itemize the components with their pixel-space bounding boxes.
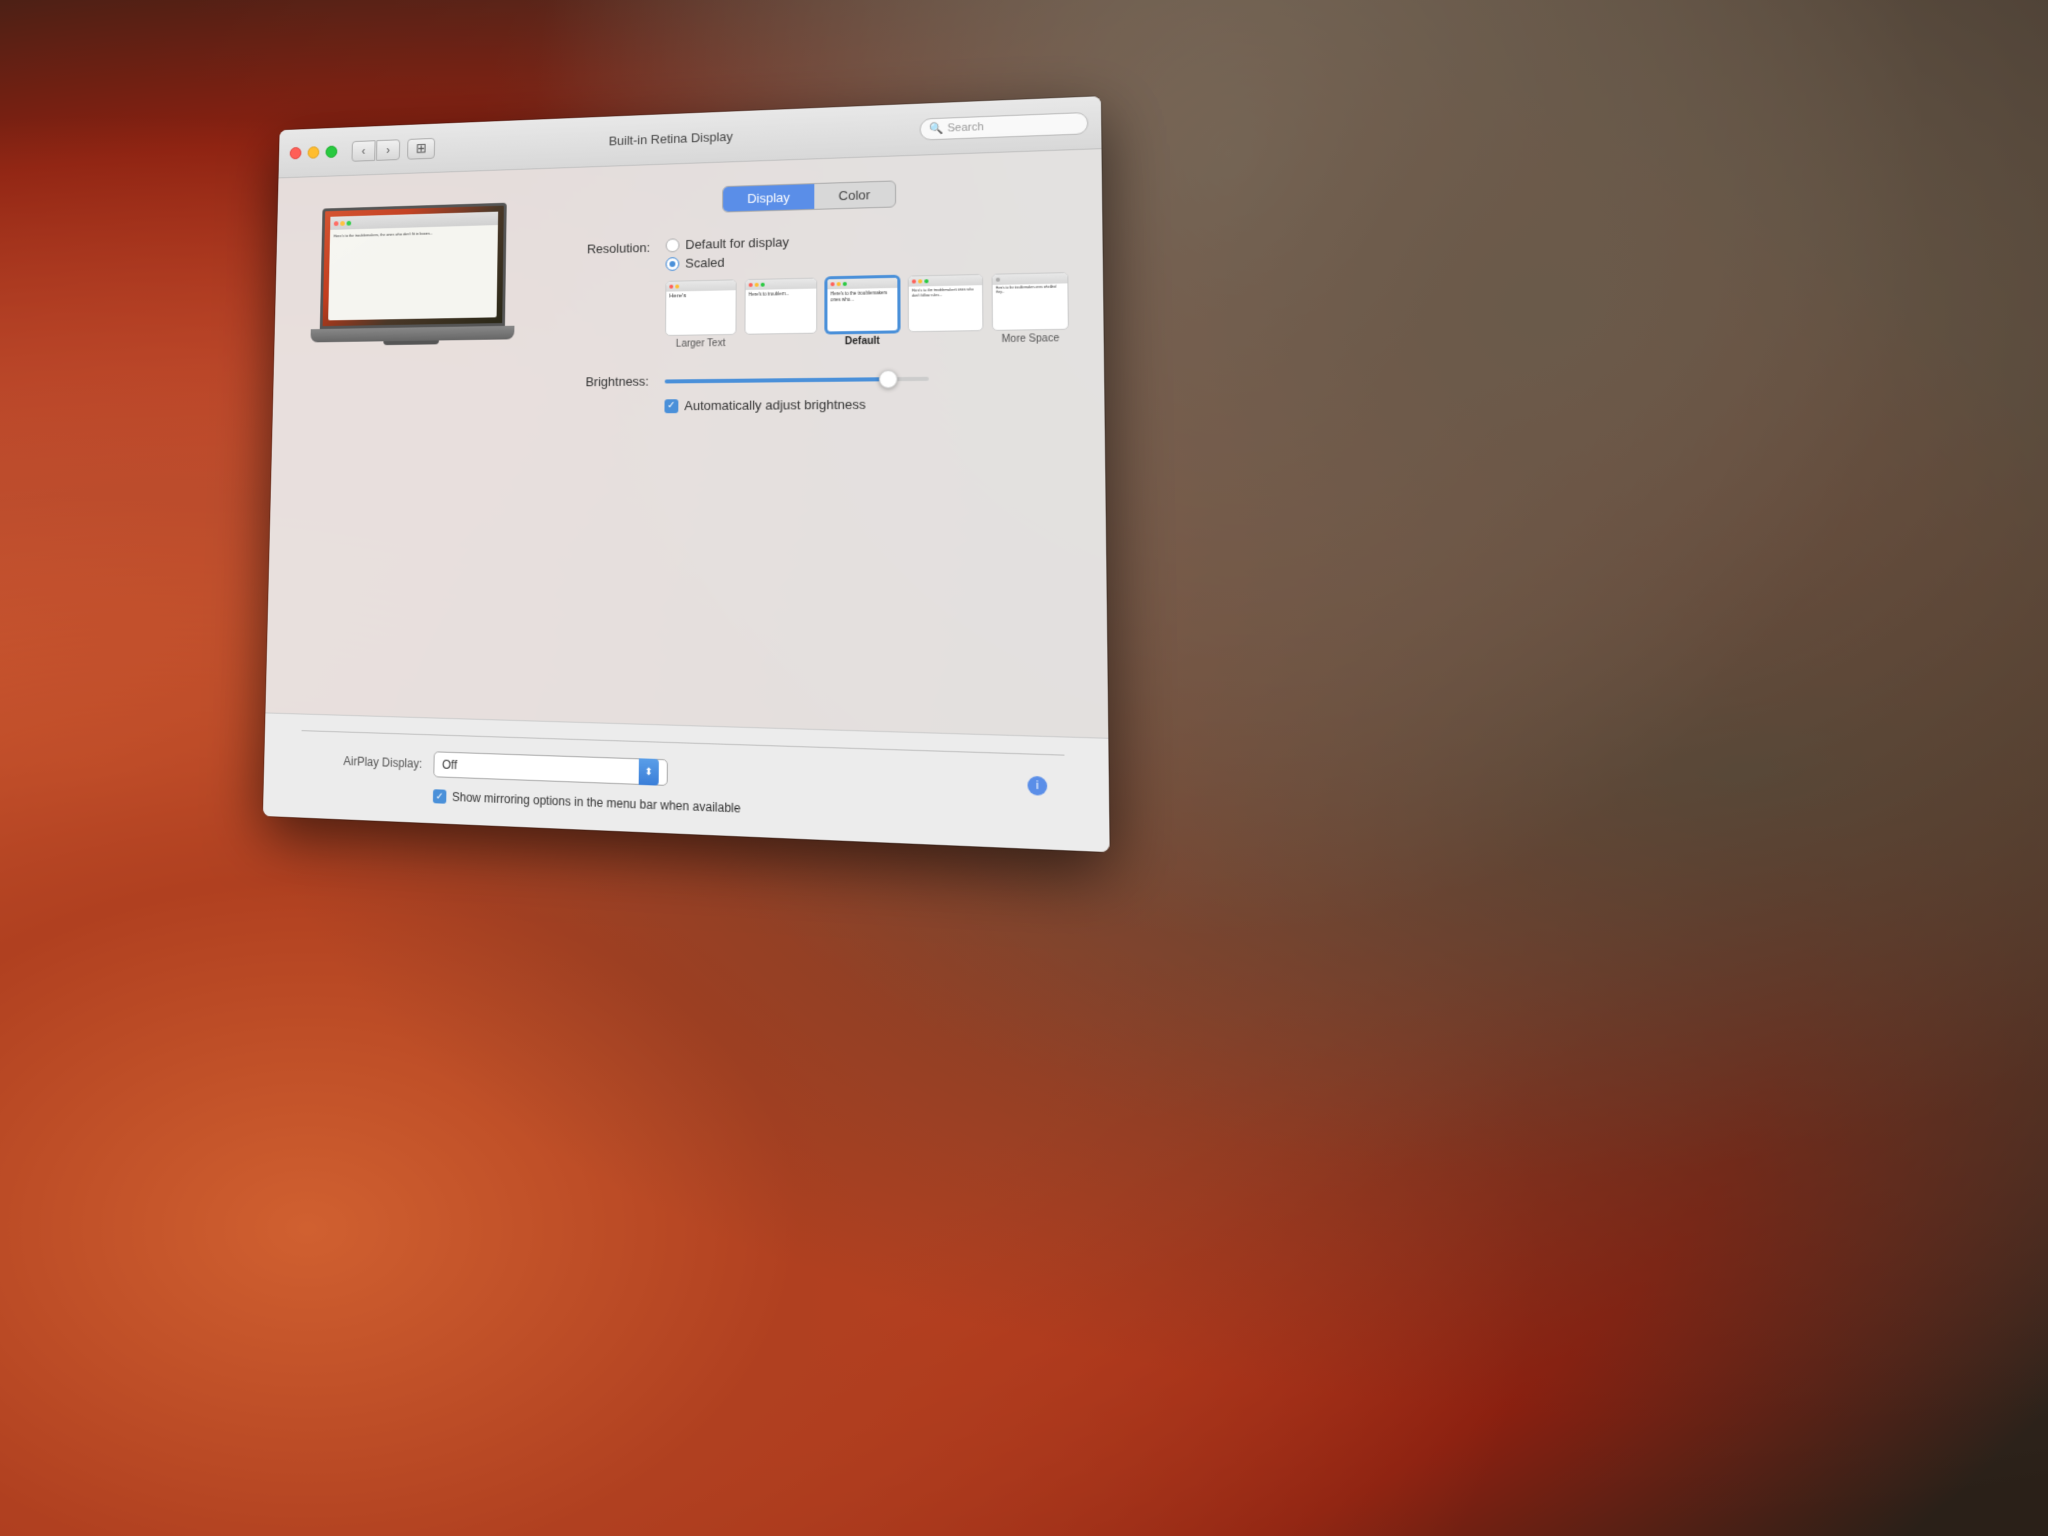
thumb-dot-yellow: [675, 285, 679, 289]
maximize-button[interactable]: [325, 145, 337, 158]
brightness-slider-thumb[interactable]: [879, 369, 898, 387]
thumb-label-default: Default: [825, 335, 899, 347]
res-thumb-more1[interactable]: Here's to the troublemakers ones who don…: [908, 274, 984, 332]
screen-titlebar: [330, 212, 498, 230]
mirroring-checkbox[interactable]: ✓: [433, 789, 447, 804]
resolution-section: Resolution: Default for display Scaled: [562, 227, 1069, 351]
window-title: Built-in Retina Display: [609, 129, 733, 148]
airplay-label: AirPlay Display:: [301, 753, 423, 771]
resolution-thumbnails: Here's Larger Text Here's to trou: [665, 272, 1069, 350]
thumb-dot-yellow-4: [918, 279, 922, 283]
tab-display[interactable]: Display: [723, 184, 814, 212]
laptop-base: [310, 326, 514, 343]
nav-buttons: ‹ ›: [352, 139, 401, 161]
res-thumbnail-default: Here's to the troublemakers ones who... …: [825, 276, 899, 348]
preview-panel: Here's to the troublemakers, the ones wh…: [308, 193, 525, 439]
brightness-label: Brightness:: [561, 374, 649, 390]
thumb-content-default: Here's to the troublemakers ones who...: [827, 288, 897, 305]
select-arrows-icon[interactable]: ⬍: [639, 758, 659, 785]
screen-close-dot: [334, 221, 339, 226]
search-icon: 🔍: [929, 122, 943, 136]
screen-content: Here's to the troublemakers, the ones wh…: [328, 212, 498, 321]
close-button[interactable]: [290, 147, 302, 160]
resolution-row: Resolution: Default for display Scaled: [563, 227, 1068, 274]
thumb-label-larger: Larger Text: [665, 338, 737, 350]
res-thumbnail-medium: Here's to troublem...: [744, 278, 817, 349]
res-thumbnail-more2: Here's to the troublemakers ones who And…: [992, 272, 1070, 345]
settings-panel: Display Color Resolution: Default for di…: [561, 175, 1070, 438]
screen-min-dot: [340, 221, 345, 226]
thumb-dot-red: [669, 285, 673, 289]
res-thumbnail-larger: Here's Larger Text: [665, 279, 737, 350]
search-placeholder: Search: [947, 121, 983, 134]
forward-button[interactable]: ›: [376, 139, 400, 161]
screen-max-dot: [347, 220, 352, 225]
resolution-scaled-row[interactable]: Scaled: [666, 253, 790, 271]
thumb-content-more2: Here's to the troublemakers ones who And…: [993, 283, 1068, 297]
res-thumbnail-more1: Here's to the troublemakers ones who don…: [908, 274, 984, 347]
brightness-section: Brightness: ✓ Automatically adjust brigh…: [561, 369, 1070, 414]
tab-color[interactable]: Color: [814, 181, 895, 208]
resolution-scaled-label: Scaled: [685, 255, 724, 271]
resolution-default-radio[interactable]: [666, 238, 680, 252]
auto-brightness-label: Automatically adjust brightness: [684, 397, 865, 413]
mirroring-label: Show mirroring options in the menu bar w…: [452, 790, 741, 816]
preferences-window: ‹ › ⊞ Built-in Retina Display 🔍 Search: [263, 96, 1110, 852]
resolution-default-label: Default for display: [685, 234, 789, 252]
laptop-screen: Here's to the troublemakers, the ones wh…: [320, 203, 507, 329]
thumb-dot-gray: [996, 278, 1000, 282]
thumb-content-medium: Here's to troublem...: [746, 289, 817, 300]
thumb-label-more1: [908, 334, 984, 335]
res-thumb-default[interactable]: Here's to the troublemakers ones who...: [825, 276, 899, 334]
laptop-preview: Here's to the troublemakers, the ones wh…: [310, 202, 516, 342]
res-thumb-more2[interactable]: Here's to the troublemakers ones who And…: [992, 272, 1069, 331]
thumb-dot-red-3: [831, 282, 835, 286]
res-thumb-medium[interactable]: Here's to troublem...: [744, 278, 817, 335]
thumb-dot-green-3: [843, 282, 847, 286]
screen-body: Here's to the troublemakers, the ones wh…: [330, 225, 498, 243]
info-icon[interactable]: i: [1027, 776, 1047, 796]
thumb-dot-red-4: [912, 279, 916, 283]
resolution-default-row[interactable]: Default for display: [666, 234, 789, 252]
brightness-slider-track[interactable]: [665, 376, 929, 383]
thumb-label-medium: [744, 337, 817, 338]
thumb-label-more2: More Space: [992, 333, 1069, 345]
auto-brightness-checkbox[interactable]: ✓: [664, 399, 678, 413]
resolution-label: Resolution:: [563, 238, 650, 257]
airplay-row: AirPlay Display: Off ⬍ i: [301, 747, 1065, 801]
thumb-dot-green-4: [924, 279, 928, 283]
content-area: Here's to the troublemakers, the ones wh…: [272, 149, 1106, 461]
tab-bar: Display Color: [563, 175, 1067, 218]
thumb-content-larger: Here's: [666, 290, 735, 303]
minimize-button[interactable]: [307, 146, 319, 159]
tab-group: Display Color: [722, 180, 896, 212]
thumb-dot-yellow-3: [837, 282, 841, 286]
res-thumb-larger[interactable]: Here's: [665, 279, 737, 336]
airplay-value: Off: [442, 758, 457, 773]
resolution-scaled-radio[interactable]: [666, 256, 680, 270]
auto-brightness-row[interactable]: ✓ Automatically adjust brightness: [664, 395, 1069, 413]
thumb-content-more1: Here's to the troublemakers ones who don…: [909, 285, 982, 300]
thumb-dot-yellow-2: [755, 283, 759, 287]
resolution-options: Default for display Scaled: [666, 234, 790, 271]
back-button[interactable]: ‹: [352, 140, 376, 162]
thumb-dot-green-2: [761, 283, 765, 287]
search-bar[interactable]: 🔍 Search: [920, 111, 1089, 140]
thumb-dot-red-2: [749, 283, 753, 287]
traffic-lights: [290, 145, 338, 159]
grid-button[interactable]: ⊞: [407, 137, 435, 159]
airplay-select[interactable]: Off ⬍: [433, 751, 668, 786]
airplay-label-text: AirPlay Display:: [343, 754, 422, 771]
brightness-row: Brightness:: [561, 369, 1069, 389]
